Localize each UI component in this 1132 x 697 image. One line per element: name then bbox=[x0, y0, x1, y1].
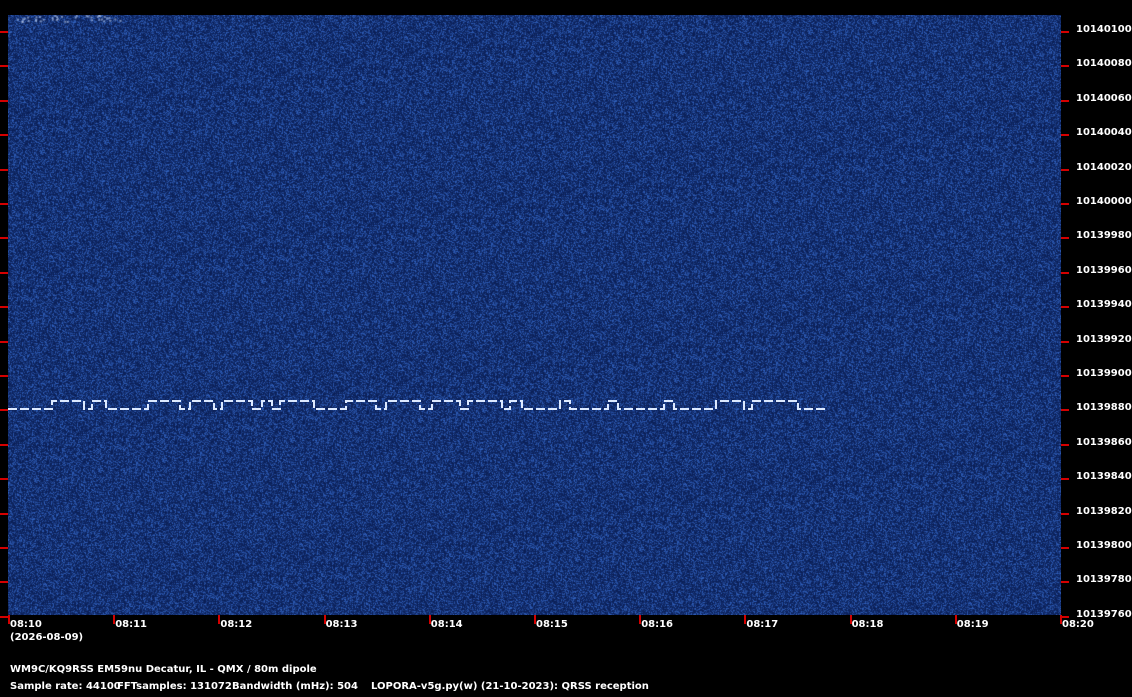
time-label: 08:12 bbox=[220, 619, 253, 630]
frequency-label: 10139820 bbox=[1076, 505, 1132, 517]
frequency-tick-left bbox=[0, 512, 8, 515]
frequency-tick-left bbox=[0, 65, 8, 68]
frequency-tick-right bbox=[1061, 340, 1069, 343]
frequency-label: 10139780 bbox=[1076, 574, 1132, 586]
frequency-label: 10139880 bbox=[1076, 402, 1132, 414]
frequency-label: 10139980 bbox=[1076, 230, 1132, 242]
frequency-tick-right bbox=[1061, 134, 1069, 137]
time-label: 08:20 bbox=[1062, 619, 1094, 630]
frequency-tick-right bbox=[1061, 443, 1069, 446]
frequency-tick-left bbox=[0, 134, 8, 137]
frequency-tick-left bbox=[0, 168, 8, 171]
qrss-signal-trace bbox=[8, 400, 828, 410]
frequency-tick-left bbox=[0, 443, 8, 446]
frequency-label: 10140000 bbox=[1076, 196, 1132, 207]
frequency-label: 10139920 bbox=[1076, 333, 1132, 345]
time-label: 08:15 bbox=[536, 619, 568, 630]
spectrogram-waterfall bbox=[8, 15, 1061, 615]
time-label: 08:17 bbox=[746, 619, 779, 630]
frequency-tick-left bbox=[0, 99, 8, 102]
frequency-tick-left bbox=[0, 31, 8, 33]
frequency-label: 10139960 bbox=[1076, 264, 1132, 276]
frequency-tick-right bbox=[1061, 547, 1069, 549]
frequency-label: 10139860 bbox=[1076, 436, 1132, 448]
frequency-label: 10139800 bbox=[1076, 540, 1132, 551]
frequency-tick-right bbox=[1061, 65, 1069, 68]
frequency-tick-left bbox=[0, 375, 8, 377]
frequency-tick-right bbox=[1061, 409, 1069, 412]
time-label: 08:14 bbox=[430, 619, 463, 630]
frequency-label: 10139900 bbox=[1076, 368, 1132, 379]
frequency-tick-right bbox=[1061, 615, 1069, 618]
frequency-tick-left bbox=[0, 581, 8, 584]
fft-samples: FFTsamples: 131072 bbox=[117, 681, 232, 692]
frequency-tick-right bbox=[1061, 203, 1069, 205]
frequency-label: 10140020 bbox=[1076, 161, 1132, 173]
frequency-tick-left bbox=[0, 615, 8, 618]
time-label: 08:18 bbox=[851, 619, 884, 630]
frequency-tick-right bbox=[1061, 237, 1069, 240]
frequency-tick-right bbox=[1061, 375, 1069, 377]
frequency-label: 10139940 bbox=[1076, 299, 1132, 311]
station-info: WM9C/KQ9RSS EM59nu Decatur, IL - QMX / 8… bbox=[10, 664, 317, 675]
time-label: 08:13 bbox=[325, 619, 358, 630]
frequency-tick-left bbox=[0, 478, 8, 481]
frequency-label: 10139840 bbox=[1076, 471, 1132, 483]
frequency-label: 10140040 bbox=[1076, 127, 1132, 139]
time-label: 08:19 bbox=[956, 619, 989, 630]
frequency-tick-right bbox=[1061, 168, 1069, 171]
signal-path bbox=[8, 400, 828, 410]
frequency-tick-left bbox=[0, 306, 8, 309]
frequency-tick-right bbox=[1061, 306, 1069, 309]
frequency-tick-right bbox=[1061, 478, 1069, 481]
sample-rate: Sample rate: 44100 bbox=[10, 681, 121, 692]
frequency-tick-left bbox=[0, 340, 8, 343]
frequency-tick-right bbox=[1061, 271, 1069, 274]
frequency-tick-left bbox=[0, 547, 8, 549]
time-label: 08:11 bbox=[115, 619, 148, 630]
frequency-tick-left bbox=[0, 203, 8, 205]
bandwidth: Bandwidth (mHz): 504 bbox=[232, 681, 358, 692]
frequency-tick-right bbox=[1061, 512, 1069, 515]
frequency-tick-right bbox=[1061, 31, 1069, 33]
frequency-tick-right bbox=[1061, 581, 1069, 584]
frequency-label: 10140060 bbox=[1076, 92, 1132, 104]
frequency-tick-left bbox=[0, 409, 8, 412]
frequency-label: 10140100 bbox=[1076, 24, 1132, 35]
frequency-label: 10140080 bbox=[1076, 58, 1132, 70]
time-label: 08:10 bbox=[10, 619, 42, 630]
frequency-tick-left bbox=[0, 271, 8, 274]
date-label: (2026-08-09) bbox=[10, 632, 84, 643]
frequency-tick-right bbox=[1061, 99, 1069, 102]
frequency-tick-left bbox=[0, 237, 8, 240]
time-label: 08:16 bbox=[641, 619, 674, 630]
software-info: LOPORA-v5g.py(w) (21-10-2023): QRSS rece… bbox=[371, 681, 649, 692]
